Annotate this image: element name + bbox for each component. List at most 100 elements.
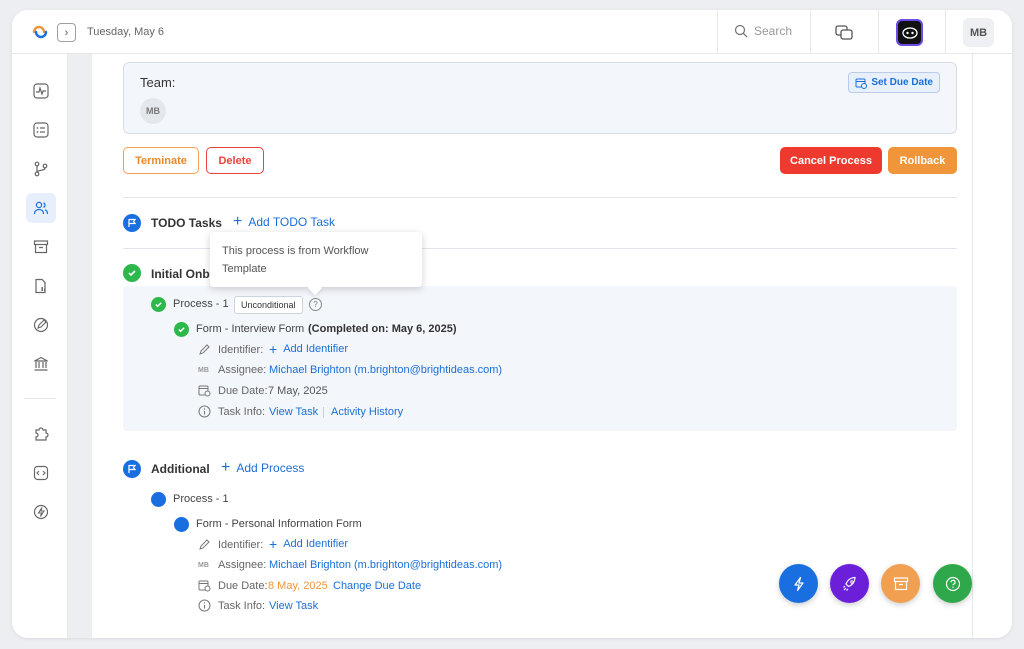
expand-sidebar-button[interactable]: › [57, 23, 76, 42]
plus-icon: + [269, 536, 278, 552]
plus-icon: + [221, 459, 231, 476]
search-icon [734, 24, 748, 38]
bolt-icon [33, 504, 49, 520]
additional-stage-title: Additional [151, 462, 210, 476]
divider [945, 10, 946, 54]
completed-check-icon [151, 297, 166, 312]
initial-stage-title: Initial Onb [151, 267, 210, 281]
branch-icon [34, 161, 48, 177]
sidebar-item-code[interactable] [26, 458, 56, 488]
task-info-label: Task Info: [218, 406, 266, 418]
view-task-link[interactable]: View Task [269, 406, 318, 418]
chevron-right-icon: › [64, 26, 69, 39]
app-window: › Tuesday, May 6 Search MB Team: MB Set … [12, 10, 1012, 638]
sidebar-item-workflows[interactable] [26, 154, 56, 184]
rollback-button[interactable]: Rollback [888, 147, 957, 174]
due-date-label: Due Date: [218, 385, 268, 397]
process-label: Process - 1 [173, 493, 229, 505]
view-task-link[interactable]: View Task [269, 600, 318, 612]
code-icon [33, 465, 49, 481]
add-process-link[interactable]: + Add Process [221, 459, 305, 476]
sidebar-item-activity[interactable] [26, 76, 56, 106]
process-label: Process - 1 [173, 298, 229, 310]
sidebar-item-reports[interactable] [26, 271, 56, 301]
info-icon [198, 599, 211, 612]
divider [717, 10, 718, 54]
help-fab[interactable] [933, 564, 972, 603]
archive-icon [33, 240, 49, 254]
help-icon[interactable]: ? [309, 298, 322, 311]
app-logo-icon[interactable] [30, 22, 50, 42]
identifier-label: Identifier: [218, 344, 264, 356]
workflow-template-tooltip: This process is from Workflow Template [210, 232, 422, 287]
add-process-label: Add Process [236, 461, 305, 475]
divider [878, 10, 879, 54]
sidebar-item-forms[interactable] [26, 310, 56, 340]
search-button[interactable]: Search [734, 24, 792, 38]
ai-assistant-icon[interactable] [896, 19, 923, 46]
edit-icon [33, 317, 49, 333]
team-label: Team: [140, 75, 176, 90]
form-label: Form - Interview Form [196, 323, 305, 335]
archive-fab[interactable] [881, 564, 920, 603]
sidebar-item-users[interactable] [26, 193, 56, 223]
bolt-icon [793, 576, 804, 591]
process-detail-panel: Team: MB Set Due Date Terminate Delete C… [92, 54, 972, 638]
form-label: Form - Personal Information Form [196, 518, 362, 530]
due-date-value: 7 May, 2025 [268, 385, 328, 397]
plus-icon: + [233, 213, 243, 230]
activity-icon [33, 83, 49, 99]
completed-check-icon [123, 264, 141, 282]
completed-check-icon [174, 322, 189, 337]
chat-icon[interactable] [835, 24, 853, 42]
delete-button[interactable]: Delete [206, 147, 264, 174]
search-label: Search [754, 24, 793, 38]
due-date-label: Due Date: [218, 580, 268, 592]
change-due-date-link[interactable]: Change Due Date [333, 580, 421, 592]
activity-history-link[interactable]: Activity History [331, 406, 403, 418]
launch-fab[interactable] [830, 564, 869, 603]
initial-process-box: Process - 1 Unconditional ? Form - Inter… [123, 286, 957, 431]
sidebar-item-integrations[interactable] [26, 419, 56, 449]
assignee-link[interactable]: Michael Brighton (m.brighton@brightideas… [269, 364, 502, 376]
sidebar-item-bank[interactable] [26, 349, 56, 379]
assignee-link[interactable]: Michael Brighton (m.brighton@brightideas… [269, 559, 502, 571]
due-date-value: 8 May, 2025 [268, 580, 328, 592]
pencil-icon [199, 344, 210, 355]
add-identifier-link[interactable]: + Add Identifier [269, 536, 349, 552]
user-avatar[interactable]: MB [963, 18, 994, 47]
pending-status-dot [174, 517, 189, 532]
users-icon [33, 201, 49, 215]
top-bar: › Tuesday, May 6 Search MB [12, 10, 1012, 54]
rocket-icon [842, 576, 856, 591]
help-icon [945, 576, 960, 591]
team-member-avatar[interactable]: MB [140, 98, 166, 124]
assignee-label: Assignee: [218, 559, 267, 571]
add-identifier-label: Add Identifier [283, 343, 349, 355]
completed-date: (Completed on: May 6, 2025) [308, 323, 457, 335]
set-due-date-button[interactable]: Set Due Date [848, 72, 940, 93]
calendar-clock-icon [198, 580, 211, 592]
add-todo-task-link[interactable]: + Add TODO Task [233, 213, 335, 230]
quick-action-fab[interactable] [779, 564, 818, 603]
info-icon [198, 405, 211, 418]
bank-icon [34, 356, 48, 371]
flag-icon [123, 214, 141, 232]
divider [123, 197, 957, 198]
cancel-process-button[interactable]: Cancel Process [780, 147, 882, 174]
right-gutter [972, 54, 1012, 638]
sidebar-item-automations[interactable] [26, 497, 56, 527]
current-date: Tuesday, May 6 [87, 26, 165, 38]
archive-icon [893, 576, 908, 590]
calendar-clock-icon [198, 385, 211, 397]
identifier-label: Identifier: [218, 539, 264, 551]
terminate-button[interactable]: Terminate [123, 147, 199, 174]
sidebar-item-archive[interactable] [26, 232, 56, 262]
add-identifier-link[interactable]: + Add Identifier [269, 341, 349, 357]
set-due-date-label: Set Due Date [871, 77, 933, 88]
plus-icon: + [269, 341, 278, 357]
add-identifier-label: Add Identifier [283, 538, 349, 550]
sidebar-item-tasks[interactable] [26, 115, 56, 145]
calendar-clock-icon [855, 78, 868, 89]
team-card: Team: MB Set Due Date [123, 62, 957, 134]
